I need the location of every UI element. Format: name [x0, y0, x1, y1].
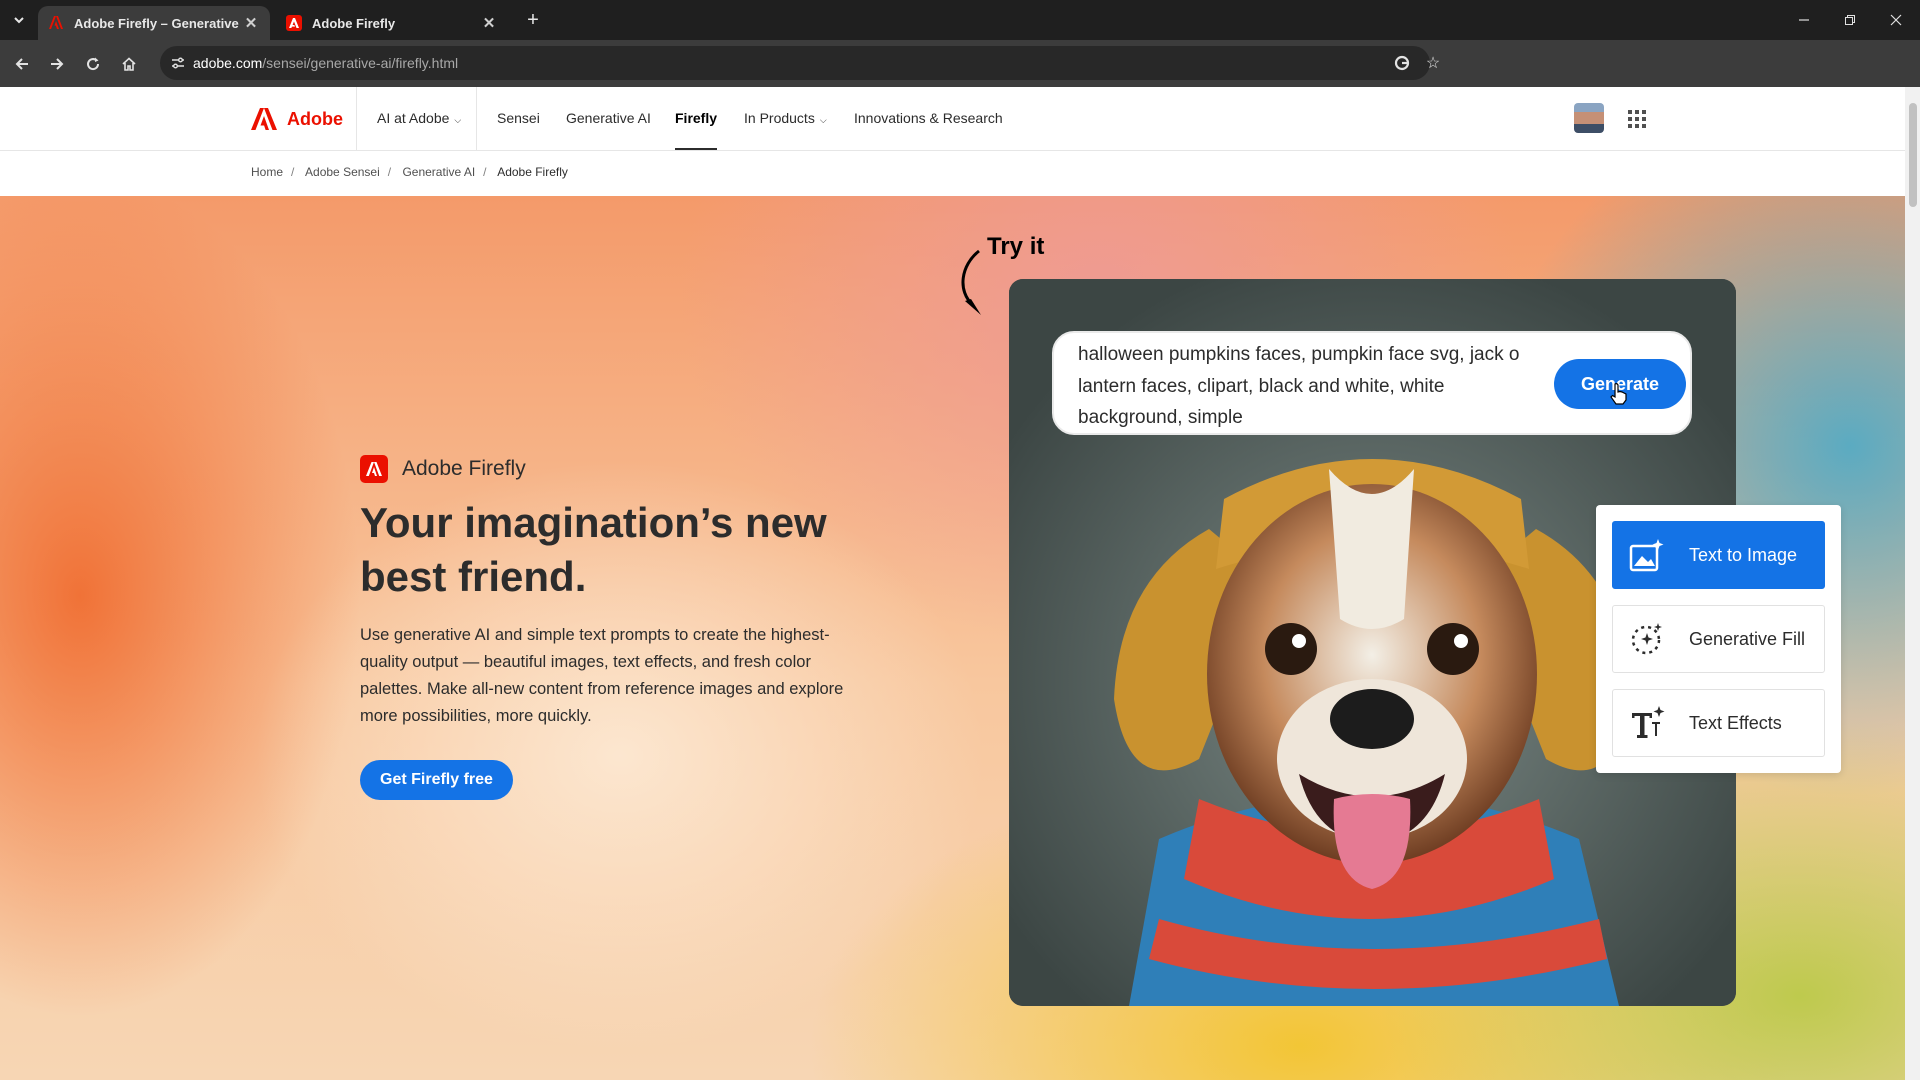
new-tab-button[interactable]: +	[520, 8, 546, 32]
generative-fill-option[interactable]: Generative Fill	[1612, 605, 1825, 673]
reload-button[interactable]	[79, 50, 107, 78]
tab-adobe-firefly[interactable]: Adobe Firefly ✕	[276, 6, 508, 40]
product-name: Adobe Firefly	[402, 457, 526, 480]
reload-icon	[87, 57, 100, 71]
nav-divider	[476, 87, 477, 151]
adobe-logo-icon	[251, 108, 277, 130]
hero-description: Use generative AI and simple text prompt…	[360, 626, 844, 725]
minimize-icon	[1799, 19, 1809, 21]
product-heading: Adobe Firefly	[360, 455, 526, 483]
tab-title: Adobe Firefly	[312, 15, 396, 31]
nav-label: AI at Adobe	[377, 110, 450, 126]
breadcrumb-current: Adobe Firefly	[497, 165, 568, 179]
browser-toolbar: adobe.com/sensei/generative-ai/firefly.h…	[0, 40, 1920, 116]
nav-label: In Products	[744, 110, 815, 126]
forward-button[interactable]	[43, 50, 71, 78]
prompt-input[interactable]: halloween pumpkins faces, pumpkin face s…	[1052, 331, 1692, 435]
app-switcher-icon[interactable]	[1628, 110, 1646, 128]
url-path: /sensei/generative-ai/firefly.html	[262, 55, 459, 71]
generative-fill-icon	[1627, 619, 1667, 659]
minimize-button[interactable]	[1781, 0, 1827, 40]
home-icon	[122, 57, 136, 71]
restore-button[interactable]	[1827, 0, 1873, 40]
google-lens-icon[interactable]	[1392, 53, 1412, 73]
chevron-down-icon: ⌵	[819, 115, 827, 125]
chevron-down-icon: ⌵	[454, 115, 462, 125]
nav-ai-at-adobe[interactable]: AI at Adobe ⌵	[377, 110, 461, 126]
global-nav: Adobe AI at Adobe ⌵ Sensei Generative AI …	[0, 87, 1905, 151]
nav-innovations-research[interactable]: Innovations & Research	[854, 110, 1003, 126]
address-bar[interactable]: adobe.com/sensei/generative-ai/firefly.h…	[160, 46, 1440, 80]
feature-label: Text to Image	[1689, 544, 1798, 565]
adobe-favicon-icon	[49, 16, 63, 29]
text-effects-icon	[1627, 703, 1667, 743]
nav-in-products[interactable]: In Products ⌵	[744, 110, 827, 126]
user-avatar[interactable]	[1574, 103, 1604, 133]
close-icon	[1890, 14, 1902, 26]
back-button[interactable]	[8, 50, 36, 78]
text-to-image-option[interactable]: Text to Image	[1612, 521, 1825, 589]
site-info-icon[interactable]	[168, 53, 188, 73]
firefly-logo-icon	[360, 455, 388, 483]
breadcrumb-home[interactable]: Home	[251, 165, 283, 179]
restore-icon	[1845, 15, 1855, 25]
close-window-button[interactable]	[1873, 0, 1919, 40]
feature-panel: Text to Image Generative Fill Text Effec…	[1596, 505, 1841, 773]
tab-title: Adobe Firefly – Generative AI f	[74, 15, 242, 31]
curved-arrow-icon	[961, 249, 981, 315]
nav-generative-ai[interactable]: Generative AI	[566, 110, 651, 126]
breadcrumb-adobe-sensei[interactable]: Adobe Sensei	[305, 165, 380, 179]
hero-title: Your imagination’s new best friend.	[360, 499, 827, 600]
hand-cursor-icon	[1610, 383, 1627, 405]
adobe-favicon-icon	[286, 15, 302, 31]
chevron-down-icon	[14, 17, 24, 24]
url-host: adobe.com	[193, 55, 263, 71]
nav-sensei[interactable]: Sensei	[497, 110, 540, 126]
text-to-image-icon	[1627, 535, 1667, 575]
feature-label: Generative Fill	[1689, 628, 1806, 649]
get-firefly-free-button[interactable]: Get Firefly free	[360, 760, 513, 800]
arrow-right-icon	[51, 58, 64, 70]
breadcrumb: Home / Adobe Sensei / Generative AI / Adobe…	[251, 165, 576, 179]
breadcrumb-separator: /	[387, 165, 392, 179]
text-effects-option[interactable]: Text Effects	[1612, 689, 1825, 757]
nav-divider	[356, 87, 357, 151]
breadcrumb-separator: /	[291, 165, 295, 179]
tab-adobe-firefly-generative[interactable]: Adobe Firefly – Generative AI f ✕	[38, 6, 270, 40]
tab-search-button[interactable]	[6, 8, 32, 32]
prompt-text[interactable]: halloween pumpkins faces, pumpkin face s…	[1078, 339, 1538, 434]
home-button[interactable]	[115, 50, 143, 78]
nav-firefly[interactable]: Firefly	[675, 110, 718, 150]
url-text: adobe.com/sensei/generative-ai/firefly.h…	[193, 55, 458, 71]
close-tab-icon[interactable]: ✕	[242, 14, 260, 32]
brand-name: Adobe	[287, 108, 343, 129]
breadcrumb-generative-ai[interactable]: Generative AI	[402, 165, 475, 179]
browser-tab-bar: Adobe Firefly – Generative AI f ✕ Adobe …	[0, 0, 1920, 40]
page-scrollbar[interactable]	[1905, 87, 1920, 1080]
feature-label: Text Effects	[1689, 712, 1782, 733]
breadcrumb-separator: /	[483, 165, 487, 179]
close-tab-icon[interactable]: ✕	[480, 14, 498, 32]
bookmark-star-icon[interactable]: ☆	[1423, 53, 1443, 73]
adobe-logo[interactable]: Adobe	[251, 108, 343, 130]
arrow-left-icon	[15, 58, 28, 70]
scrollbar-thumb[interactable]	[1909, 103, 1917, 207]
